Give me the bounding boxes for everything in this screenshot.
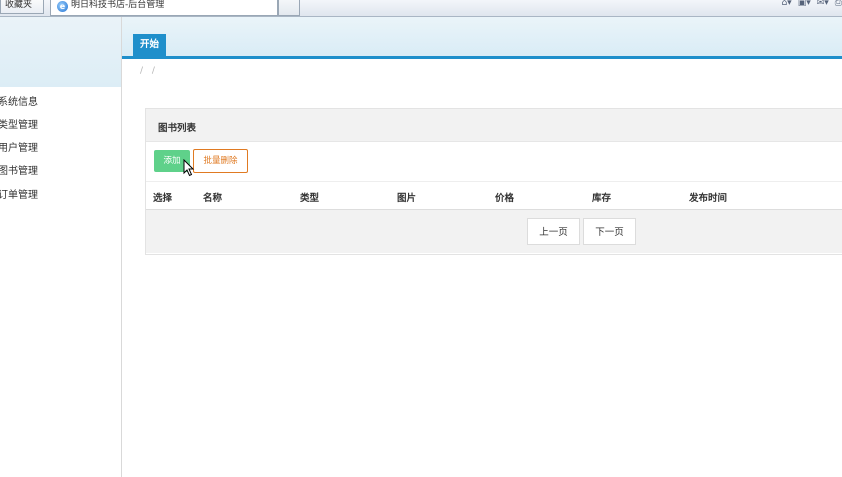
- feeds-icon[interactable]: ▣▾: [798, 0, 811, 12]
- book-list-panel: 图书列表 添加 批量删除 选择 名称 类型 图片 价格 库存 发布时间 上一页 …: [145, 108, 842, 255]
- sidebar-item-book-management[interactable]: 图书管理: [0, 162, 38, 177]
- col-price: 价格: [495, 193, 515, 204]
- tab-start[interactable]: 开始: [133, 34, 166, 56]
- mail-icon[interactable]: ✉▾: [817, 0, 829, 12]
- favorites-button[interactable]: 收藏夹: [0, 0, 44, 14]
- tab-bar-underline: [122, 56, 842, 59]
- col-publish-time: 发布时间: [689, 193, 728, 204]
- panel-title: 图书列表: [158, 123, 197, 134]
- col-type: 类型: [300, 193, 320, 204]
- col-name: 名称: [203, 193, 223, 204]
- sidebar-header: [0, 17, 121, 87]
- breadcrumb: / /: [140, 66, 158, 76]
- table-header-row: 选择 名称 类型 图片 价格 库存 发布时间: [146, 181, 842, 211]
- sidebar: 系统信息 类型管理 用户管理 图书管理 订单管理: [0, 17, 122, 477]
- panel-header: 图书列表: [146, 109, 842, 142]
- sidebar-item-user-management[interactable]: 用户管理: [0, 139, 38, 154]
- browser-tab-strip: 收藏夹 e 明日科技书店-后台管理 ⌂▾ ▣▾ ✉▾ ⎙: [0, 0, 842, 17]
- next-page-button[interactable]: 下一页: [583, 218, 636, 245]
- browser-tab[interactable]: e 明日科技书店-后台管理: [50, 0, 278, 16]
- home-icon[interactable]: ⌂▾: [781, 0, 791, 12]
- sidebar-item-system-info[interactable]: 系统信息: [0, 93, 38, 108]
- print-icon[interactable]: ⎙: [835, 0, 842, 12]
- sidebar-item-type-management[interactable]: 类型管理: [0, 116, 38, 131]
- tab-bar: 开始: [122, 17, 842, 56]
- col-image: 图片: [397, 193, 417, 204]
- col-stock: 库存: [592, 193, 612, 204]
- prev-page-button[interactable]: 上一页: [527, 218, 580, 245]
- browser-tab-title: 明日科技书店-后台管理: [71, 0, 165, 10]
- col-select: 选择: [153, 193, 173, 204]
- batch-delete-button[interactable]: 批量删除: [193, 149, 248, 173]
- sidebar-item-order-management[interactable]: 订单管理: [0, 186, 38, 201]
- mouse-cursor-icon: [183, 159, 195, 177]
- favorites-label: 收藏夹: [5, 0, 33, 10]
- pagination-row: 上一页 下一页: [146, 210, 842, 253]
- ie-icon: e: [57, 1, 68, 12]
- browser-toolbar: ⌂▾ ▣▾ ✉▾ ⎙: [781, 0, 842, 12]
- new-tab-button[interactable]: [278, 0, 300, 16]
